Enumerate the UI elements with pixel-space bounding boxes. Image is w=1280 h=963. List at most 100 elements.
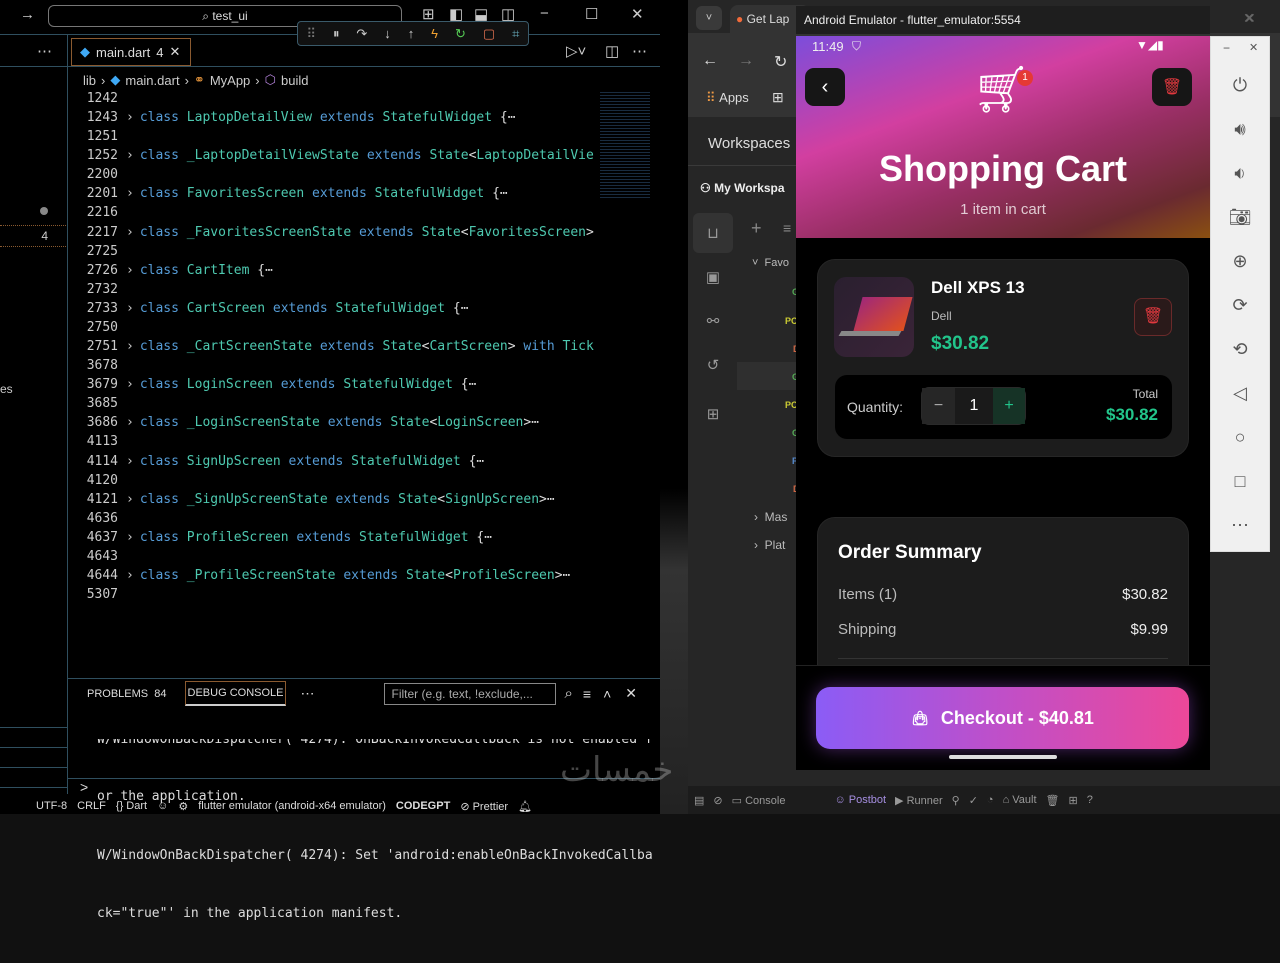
fold-chevron-icon[interactable]: › <box>126 568 134 583</box>
fold-chevron-icon[interactable]: › <box>126 186 134 201</box>
toggle-sidebar-icon[interactable]: ▤ <box>694 794 704 807</box>
collapsed-folder[interactable]: › Mas <box>754 510 787 524</box>
fold-chevron-icon[interactable]: › <box>126 148 134 163</box>
code-line[interactable]: 2726 › class CartItem {⋯ <box>67 261 602 280</box>
fold-chevron-icon[interactable]: › <box>126 263 134 278</box>
fold-chevron-icon[interactable]: › <box>126 225 134 240</box>
forward-icon[interactable]: → <box>738 52 754 70</box>
tab-list-button[interactable]: ˅ <box>696 6 722 30</box>
maximize-button[interactable]: ☐ <box>585 5 598 23</box>
code-line[interactable]: 2725 <box>67 242 602 261</box>
code-line[interactable]: 1243 › class LaptopDetailView extends Stat… <box>67 108 602 127</box>
code-line[interactable]: 4114 › class SignUpScreen extends Stateful… <box>67 452 602 471</box>
fold-chevron-icon[interactable]: › <box>126 110 134 125</box>
step-out-icon[interactable]: ↑ <box>408 26 415 41</box>
code-line[interactable]: 2217 › class _FavoritesScreenState extends… <box>67 223 602 242</box>
new-collection-icon[interactable]: + <box>751 218 762 239</box>
split-editor-icon[interactable]: ◫ <box>605 42 619 60</box>
zoom-icon[interactable]: ⊕ <box>1211 251 1269 272</box>
back-icon[interactable]: ◁ <box>1211 383 1269 404</box>
rotate-right-icon[interactable]: ⟳ <box>1211 295 1269 316</box>
cookies-icon[interactable]: ◔ <box>987 794 994 806</box>
code-line[interactable]: 5307 <box>67 585 602 604</box>
code-line[interactable]: 4120 <box>67 471 602 490</box>
code-line[interactable]: 3686 › class _LoginScreenState extends Sta… <box>67 413 602 432</box>
history-icon[interactable]: ↺ <box>704 356 722 374</box>
code-line[interactable]: 1251 <box>67 127 602 146</box>
overview-icon[interactable]: □ <box>1211 471 1269 492</box>
code-line[interactable]: 2201 › class FavoritesScreen extends State… <box>67 184 602 203</box>
collections-icon[interactable]: ⊔ <box>704 224 722 242</box>
code-line[interactable]: 3678 <box>67 356 602 375</box>
checkout-button[interactable]: 👜︎ Checkout - $40.81 <box>816 687 1189 749</box>
status-eol[interactable]: CRLF <box>77 800 106 812</box>
power-icon[interactable]: ⏻ <box>1211 75 1269 96</box>
breadcrumb-class[interactable]: MyApp <box>210 73 250 88</box>
status-device[interactable]: flutter emulator (android-x64 emulator) <box>198 800 386 812</box>
breadcrumb-method[interactable]: build <box>281 73 308 88</box>
emulator-close-icon[interactable]: ✕ <box>1243 10 1255 27</box>
favorites-folder[interactable]: ˅ Favo <box>752 257 789 269</box>
code-line[interactable]: 4637 › class ProfileScreen extends Statefu… <box>67 528 602 547</box>
filter-icon[interactable]: ≡ <box>783 220 791 236</box>
help-icon[interactable]: ? <box>1087 794 1093 806</box>
runner-button[interactable]: ▶ Runner <box>895 794 943 807</box>
capture-icon[interactable]: ⚲ <box>952 794 960 807</box>
rotate-left-icon[interactable]: ⟲ <box>1211 339 1269 360</box>
code-line[interactable]: 2216 <box>67 203 602 222</box>
restart-icon[interactable]: ↻ <box>455 26 466 42</box>
extension-icon[interactable]: ⚙ <box>178 800 188 813</box>
close-button[interactable]: ✕ <box>631 5 644 23</box>
fold-chevron-icon[interactable]: › <box>126 415 134 430</box>
status-codegpt[interactable]: CODEGPT <box>396 800 450 812</box>
layout-icon[interactable]: ⊞ <box>1069 794 1078 807</box>
environments-icon[interactable]: ▣ <box>704 268 722 286</box>
vault-button[interactable]: ⌂ Vault <box>1003 794 1037 806</box>
status-language[interactable]: {} Dart <box>116 800 147 812</box>
remove-item-button[interactable]: 🗑︎ <box>1134 298 1172 336</box>
editor-more-icon[interactable]: ⋯ <box>632 42 647 60</box>
collapsed-folder[interactable]: › Plat <box>754 538 785 552</box>
fold-chevron-icon[interactable]: › <box>126 339 134 354</box>
back-icon[interactable]: ← <box>702 52 718 70</box>
home-indicator[interactable] <box>949 755 1057 759</box>
increase-button[interactable]: + <box>993 388 1025 424</box>
fold-chevron-icon[interactable]: › <box>126 377 134 392</box>
console-button[interactable]: ▭ Console <box>732 794 786 807</box>
code-line[interactable]: 1242 <box>67 89 602 108</box>
step-into-icon[interactable]: ↓ <box>384 26 391 41</box>
pause-icon[interactable]: ⏸ <box>333 26 340 42</box>
code-line[interactable]: 2732 <box>67 280 602 299</box>
code-line[interactable]: 3685 <box>67 394 602 413</box>
workspaces-menu[interactable]: Workspaces <box>708 135 790 152</box>
tab-problems[interactable]: PROBLEMS 84 <box>87 688 167 700</box>
reload-icon[interactable]: ↻ <box>774 52 787 72</box>
minimize-icon[interactable]: − <box>1223 41 1230 55</box>
more-icon[interactable]: ⋯ <box>1211 515 1269 536</box>
online-status-icon[interactable]: ⊘ <box>713 794 722 807</box>
fold-chevron-icon[interactable]: › <box>126 530 134 545</box>
decrease-button[interactable]: − <box>922 388 955 424</box>
status-encoding[interactable]: UTF-8 <box>36 800 67 812</box>
fold-chevron-icon[interactable]: › <box>126 492 134 507</box>
notifications-icon[interactable]: 🔔︎ <box>518 800 532 813</box>
copilot-icon[interactable]: ☺ <box>157 800 168 812</box>
apps-bookmark[interactable]: ⠿ Apps <box>706 90 749 106</box>
run-icon[interactable]: ▷˅ <box>566 42 586 60</box>
code-line[interactable]: 4121 › class _SignUpScreenState extends St… <box>67 490 602 509</box>
breadcrumb-lib[interactable]: lib <box>83 73 96 88</box>
breadcrumb-file[interactable]: main.dart <box>125 73 179 88</box>
inspect-widget-icon[interactable]: ⌗ <box>512 26 519 42</box>
check-icon[interactable]: ✓ <box>969 794 978 807</box>
code-line[interactable]: 2751 › class _CartScreenState extends Stat… <box>67 337 602 356</box>
postbot-button[interactable]: ☺ Postbot <box>834 794 886 806</box>
grid-icon[interactable]: ⊞ <box>772 89 784 106</box>
home-icon[interactable]: ○ <box>1211 427 1269 448</box>
stop-icon[interactable]: ▢ <box>483 26 495 42</box>
back-button[interactable]: ‹ <box>805 68 845 106</box>
code-line[interactable]: 4643 <box>67 547 602 566</box>
my-workspace[interactable]: ⚇ My Workspa <box>700 181 785 195</box>
code-line[interactable]: 4636 <box>67 509 602 528</box>
console-input[interactable]: > <box>80 779 88 795</box>
code-line[interactable]: 1252 › class _LaptopDetailViewState extend… <box>67 146 602 165</box>
